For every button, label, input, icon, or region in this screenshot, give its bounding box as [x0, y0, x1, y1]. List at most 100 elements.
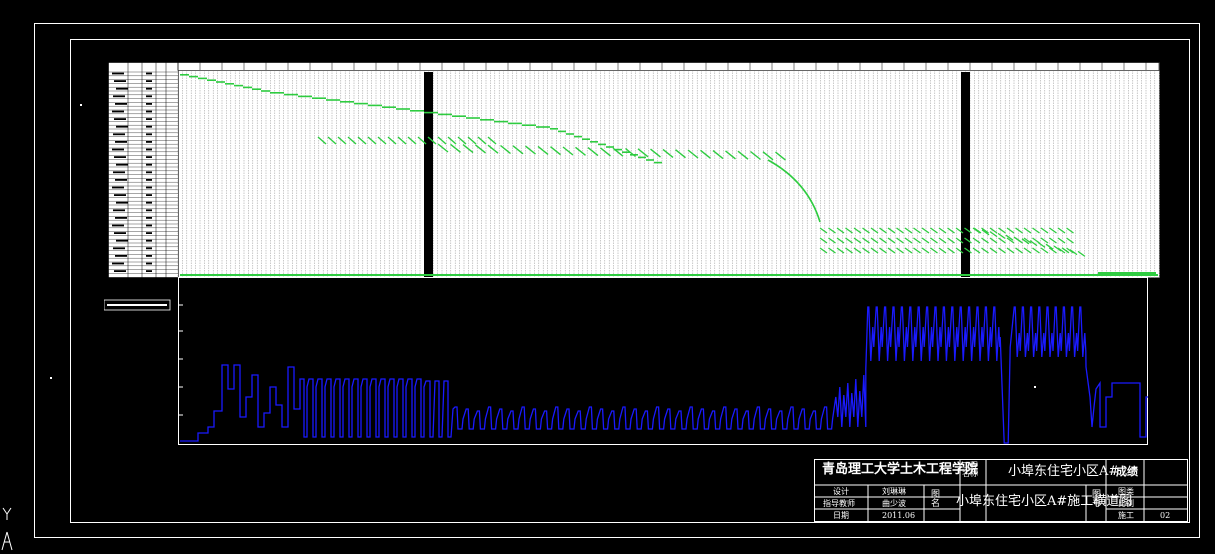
project-name: 小埠东住宅小区A#	[1008, 464, 1120, 479]
schedule-bar	[654, 161, 662, 164]
task-label-mark	[112, 148, 124, 151]
schedule-bar	[270, 92, 284, 94]
schedule-bar	[180, 274, 1158, 276]
ucs-axis-icon	[1, 507, 13, 551]
schedule-bar	[340, 101, 354, 103]
task-label-mark	[116, 87, 128, 90]
schedule-bar	[558, 130, 566, 133]
project-label: 工程名称	[962, 461, 978, 478]
task-label-mark	[112, 110, 124, 113]
task-label-mark	[146, 133, 152, 136]
task-label-mark	[146, 179, 152, 181]
gantt-schedule-chart	[108, 62, 1160, 278]
task-label-mark	[146, 270, 152, 272]
schedule-bar	[207, 79, 216, 81]
task-label-mark	[146, 194, 152, 196]
tb-row-value: 刘琳琳	[882, 487, 906, 496]
task-label-mark	[146, 224, 152, 227]
task-label-mark	[113, 247, 125, 250]
curve-legend	[104, 299, 171, 311]
task-label-mark	[146, 80, 152, 82]
task-label-mark	[116, 201, 128, 204]
task-label-mark	[146, 186, 152, 189]
schedule-bar	[410, 110, 424, 112]
task-label-mark	[146, 148, 152, 151]
tb-right-label: 比例	[1118, 499, 1134, 508]
task-label-mark	[146, 171, 152, 174]
resource-curve-line	[180, 306, 1148, 444]
task-label-mark	[115, 141, 127, 143]
task-label-mark	[115, 103, 127, 105]
task-label-mark	[114, 80, 126, 82]
schedule-bar	[198, 77, 207, 80]
schedule-bar	[424, 111, 438, 114]
schedule-bar	[298, 95, 312, 98]
task-label-mark	[113, 95, 125, 98]
schedule-bar	[396, 108, 410, 110]
tb-row-label: 日期	[833, 511, 849, 520]
task-label-mark	[115, 255, 127, 257]
tb-row-label: 设计	[833, 487, 849, 496]
task-label-mark	[112, 224, 124, 227]
tb-right-label: 图类	[1118, 487, 1134, 496]
tb-row-value: 2011.06	[882, 511, 916, 520]
schedule-bar	[225, 83, 234, 85]
schedule-bar	[354, 102, 368, 105]
schedule-bar	[590, 141, 598, 143]
tb-row-label: 指导教师	[823, 499, 855, 508]
task-label-mark	[114, 156, 126, 158]
dot-marker	[50, 377, 52, 379]
schedule-bar	[382, 106, 396, 108]
task-label-mark	[146, 87, 152, 90]
number-label: 图号	[1092, 490, 1102, 509]
schedule-bar	[638, 156, 646, 159]
dot-marker	[80, 104, 82, 106]
tb-right-label: 施工	[1118, 511, 1134, 520]
schedule-bar	[216, 81, 225, 83]
resource-curve-chart	[178, 277, 1148, 445]
schedule-bar	[261, 90, 270, 92]
curve-frame	[178, 277, 1148, 445]
task-label-mark	[146, 209, 152, 212]
schedule-bar	[574, 135, 582, 138]
schedule-bar	[582, 138, 590, 140]
task-label-mark	[115, 179, 127, 181]
task-label-mark	[146, 247, 152, 250]
task-label-mark	[112, 186, 124, 189]
task-label-mark	[146, 103, 152, 105]
schedule-bar	[646, 159, 654, 161]
schedule-bar	[494, 120, 508, 123]
task-label-mark	[116, 239, 128, 242]
schedule-bar	[252, 88, 261, 90]
task-label-mark	[146, 95, 152, 98]
task-label-mark	[146, 125, 152, 128]
task-label-mark	[113, 171, 125, 174]
drawing-label: 图名	[931, 490, 941, 509]
task-label-mark	[114, 270, 126, 272]
task-label-mark	[112, 262, 124, 265]
task-label-mark	[146, 262, 152, 265]
task-label-mark	[115, 217, 127, 219]
schedule-bar	[606, 146, 614, 148]
task-label-mark	[114, 232, 126, 234]
timeline-header	[177, 62, 1160, 71]
schedule-bar	[189, 75, 198, 78]
tb-row-value: 曲少波	[882, 499, 906, 508]
task-label-mark	[113, 133, 125, 136]
task-label-mark	[146, 232, 152, 234]
phase-separator	[424, 72, 433, 278]
tb-right-value: 02	[1160, 511, 1171, 520]
task-label-mark	[116, 163, 128, 166]
schedule-bar	[1098, 272, 1156, 274]
schedule-bar	[326, 99, 340, 101]
schedule-bar	[508, 122, 522, 125]
phase-separator	[961, 72, 970, 278]
task-label-mark	[146, 163, 152, 166]
task-label-mark	[146, 110, 152, 113]
task-label-mark	[114, 194, 126, 196]
schedule-bar	[284, 93, 298, 96]
task-label-mark	[113, 209, 125, 212]
drawing-title: 小埠东住宅小区A#施工横道图	[956, 494, 1133, 509]
task-label-mark	[146, 118, 152, 120]
schedule-bar	[550, 128, 558, 130]
